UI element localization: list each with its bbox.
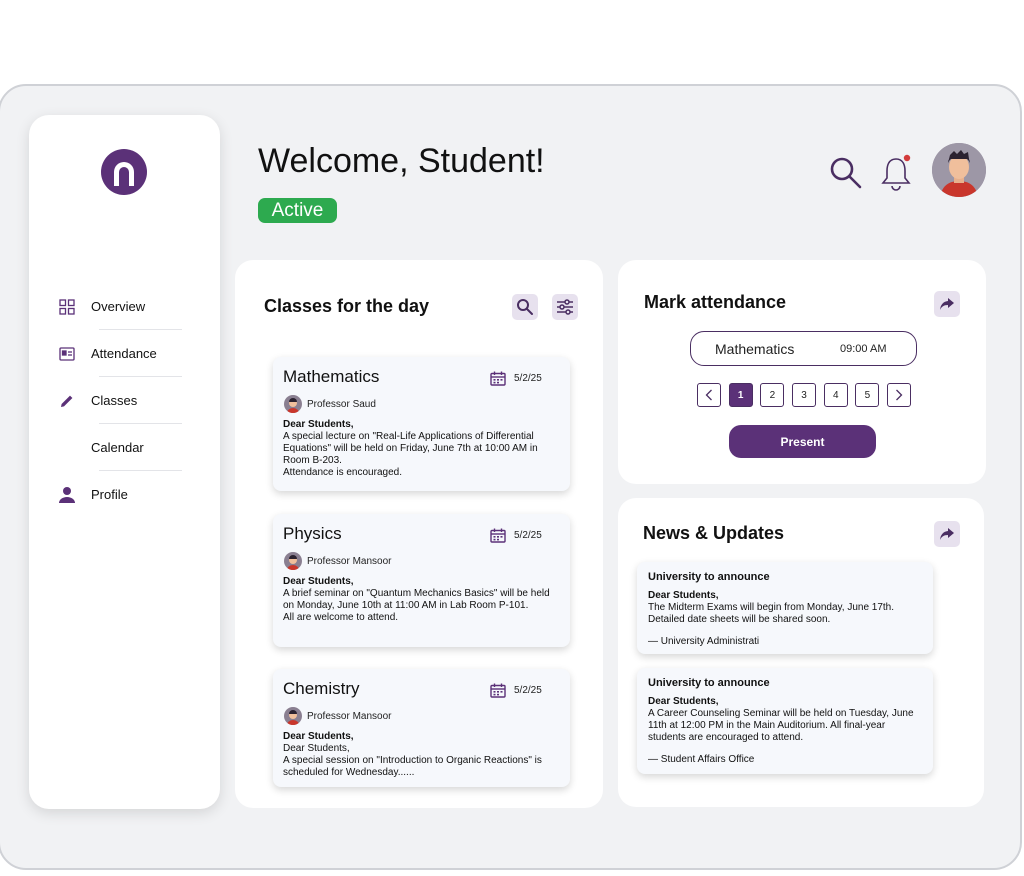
- news-card-title: University to announce: [648, 677, 770, 689]
- calendar-item-spacer: [57, 438, 77, 458]
- share-arrow-icon: [940, 298, 954, 310]
- sidebar-item-classes[interactable]: Classes: [29, 377, 220, 424]
- class-date: 5/2/25: [514, 373, 542, 384]
- class-subject: Chemistry: [283, 679, 360, 698]
- bell-icon[interactable]: [878, 153, 914, 191]
- message-footer: All are welcome to attend.: [283, 612, 399, 623]
- message-greeting: Dear Students,: [283, 419, 354, 430]
- page-title: Welcome, Student!: [258, 142, 545, 180]
- attendance-subject: Mathematics: [715, 341, 795, 357]
- message-greeting: Dear Students,: [648, 590, 719, 601]
- professor-name: Professor Saud: [307, 399, 376, 410]
- attendance-class-select[interactable]: Mathematics 09:00 AM: [690, 331, 917, 366]
- page-button-1[interactable]: 1: [728, 383, 753, 407]
- classes-search-button[interactable]: [512, 294, 538, 320]
- class-date: 5/2/25: [514, 530, 542, 541]
- professor-avatar: [284, 395, 302, 413]
- news-share-button[interactable]: [934, 521, 960, 547]
- id-card-icon: [57, 344, 77, 364]
- class-date: 5/2/25: [514, 685, 542, 696]
- sidebar-item-label: Calendar: [91, 440, 144, 455]
- sidebar-item-label: Attendance: [91, 346, 157, 361]
- class-subject: Physics: [283, 524, 342, 543]
- sidebar-nav: Overview Attendance Classes Calendar Pro…: [29, 283, 220, 518]
- news-card[interactable]: University to announce Dear Students, Th…: [637, 562, 933, 654]
- message-body: The Midterm Exams will begin from Monday…: [648, 602, 895, 625]
- professor-avatar: [284, 552, 302, 570]
- page-button-3[interactable]: 3: [792, 383, 817, 407]
- class-message: Dear Students, A special lecture on "Rea…: [283, 419, 555, 479]
- attendance-time: 09:00 AM: [840, 343, 887, 355]
- search-icon: [517, 299, 533, 315]
- message-body: Dear Students,: [283, 743, 350, 754]
- calendar-icon: [490, 683, 506, 703]
- page-button-2[interactable]: 2: [760, 383, 785, 407]
- news-title: News & Updates: [643, 523, 785, 543]
- person-icon: [57, 485, 77, 505]
- page-button-4[interactable]: 4: [823, 383, 848, 407]
- pagination: 1 2 3 4 5: [697, 383, 919, 407]
- present-button[interactable]: Present: [729, 425, 876, 458]
- chevron-right-icon: [896, 389, 903, 401]
- news-card-title: University to announce: [648, 571, 770, 583]
- message-body: A Career Counseling Seminar will be held…: [648, 708, 914, 743]
- calendar-icon: [490, 528, 506, 548]
- message-greeting: Dear Students,: [283, 576, 354, 587]
- class-message: Dear Students, Dear Students, A special …: [283, 731, 555, 779]
- pencil-icon: [57, 391, 77, 411]
- class-message: Dear Students, A brief seminar on "Quant…: [283, 576, 555, 624]
- sidebar-item-calendar[interactable]: Calendar: [29, 424, 220, 471]
- attendance-title: Mark attendance: [644, 292, 787, 312]
- app-logo[interactable]: [100, 148, 148, 196]
- message-footer: Attendance is encouraged.: [283, 467, 402, 478]
- attendance-share-button[interactable]: [934, 291, 960, 317]
- message-greeting: Dear Students,: [283, 731, 354, 742]
- calendar-icon: [490, 371, 506, 391]
- sidebar-item-label: Classes: [91, 393, 138, 408]
- next-page-button[interactable]: [887, 383, 912, 407]
- message-body: A special lecture on "Real-Life Applicat…: [283, 431, 538, 466]
- sidebar-item-label: Overview: [91, 299, 146, 314]
- class-card-chemistry[interactable]: Chemistry 5/2/25 Professor Mansoor Dear …: [273, 669, 570, 787]
- professor-name: Professor Mansoor: [307, 556, 392, 567]
- sidebar-item-attendance[interactable]: Attendance: [29, 330, 220, 377]
- class-card-physics[interactable]: Physics 5/2/25 Professor Mansoor Dear St…: [273, 514, 570, 647]
- news-signature: — Student Affairs Office: [648, 754, 755, 765]
- prev-page-button[interactable]: [697, 383, 721, 407]
- search-icon[interactable]: [828, 155, 864, 191]
- class-card-mathematics[interactable]: Mathematics 5/2/25 Professor Saud Dear S…: [273, 357, 570, 491]
- share-arrow-icon: [940, 528, 954, 540]
- news-card[interactable]: University to announce Dear Students, A …: [637, 668, 933, 774]
- news-signature: — University Administrati: [648, 636, 760, 647]
- message-footer: A special session on "Introduction to Or…: [283, 755, 542, 778]
- status-badge: Active: [258, 198, 337, 223]
- grid-icon: [57, 297, 77, 317]
- sliders-icon: [557, 299, 573, 315]
- sidebar-item-overview[interactable]: Overview: [29, 283, 220, 330]
- sidebar-item-label: Profile: [91, 487, 128, 502]
- chevron-left-icon: [705, 389, 712, 401]
- avatar[interactable]: [932, 143, 986, 197]
- message-body: A brief seminar on "Quantum Mechanics Ba…: [283, 588, 550, 611]
- page-button-5[interactable]: 5: [855, 383, 880, 407]
- message-greeting: Dear Students,: [648, 696, 719, 707]
- news-message: Dear Students, A Career Counseling Semin…: [648, 696, 924, 744]
- sidebar-item-profile[interactable]: Profile: [29, 471, 220, 518]
- professor-name: Professor Mansoor: [307, 711, 392, 722]
- news-message: Dear Students, The Midterm Exams will be…: [648, 590, 924, 626]
- filter-button[interactable]: [552, 294, 578, 320]
- classes-title: Classes for the day: [264, 296, 430, 316]
- sidebar: Overview Attendance Classes Calendar Pro…: [29, 115, 220, 809]
- class-subject: Mathematics: [283, 367, 380, 386]
- professor-avatar: [284, 707, 302, 725]
